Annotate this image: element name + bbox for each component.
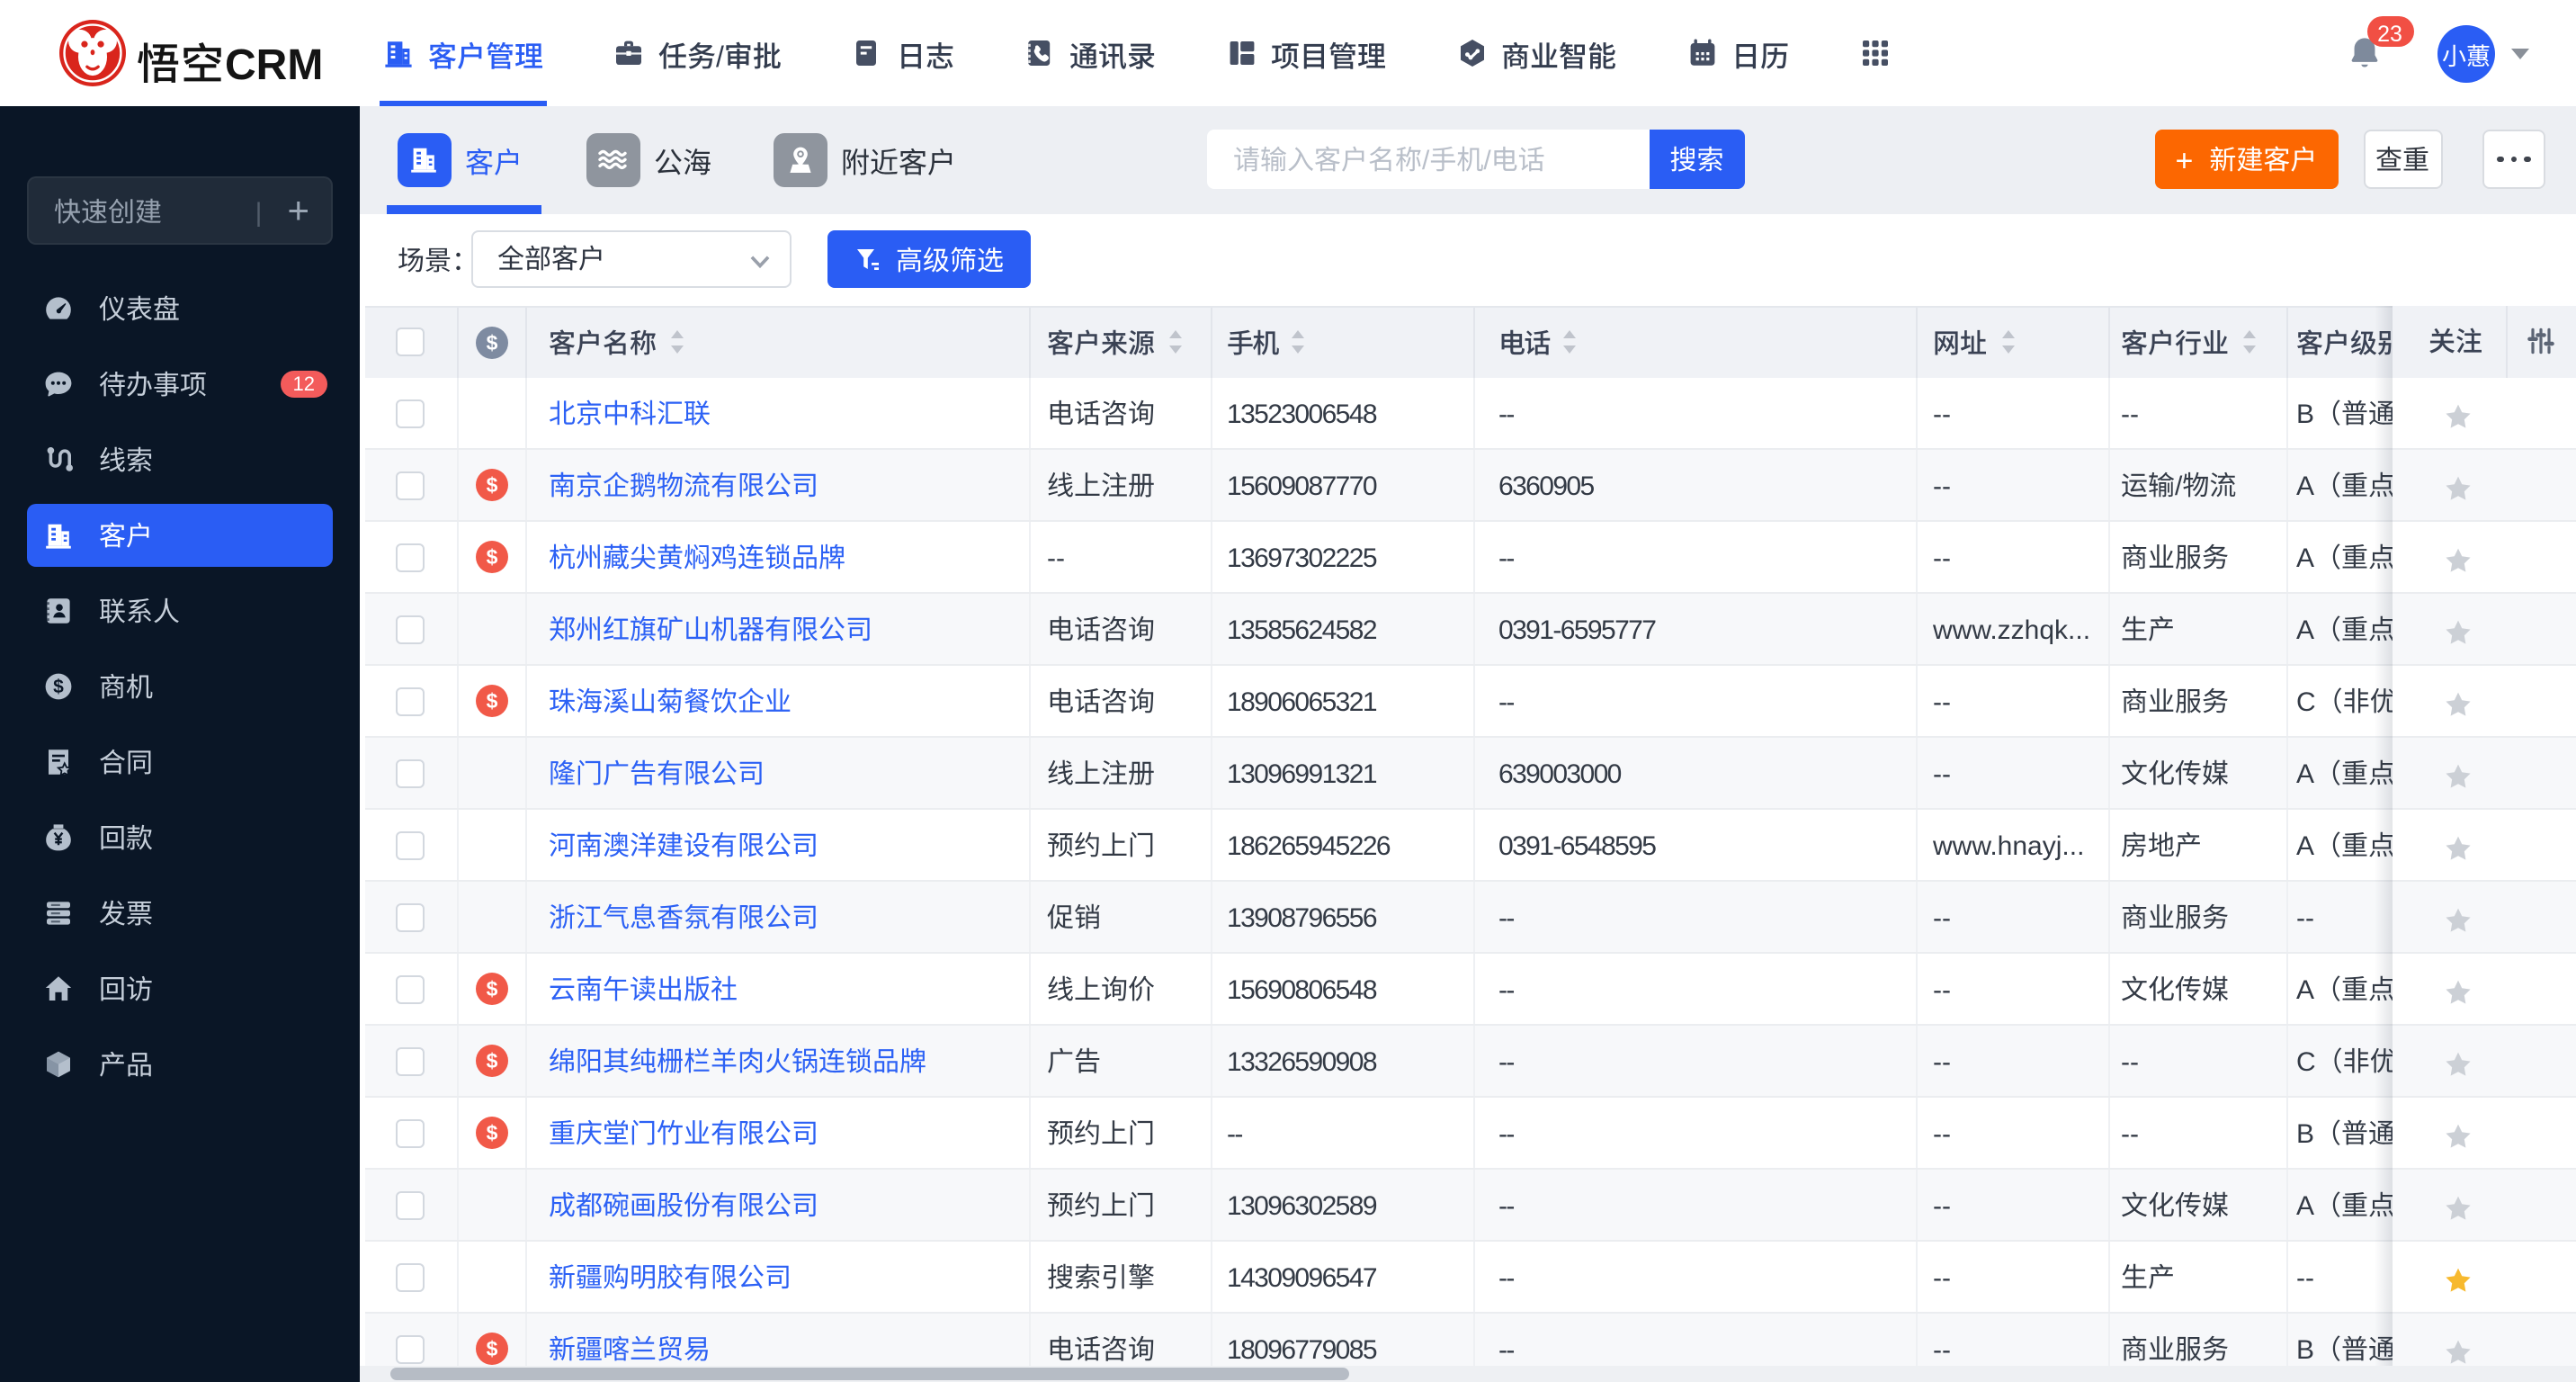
svg-text:$: $ bbox=[487, 1049, 498, 1072]
svg-text:$: $ bbox=[487, 331, 498, 354]
svg-text:$: $ bbox=[487, 1337, 498, 1360]
svg-text:$: $ bbox=[487, 1121, 498, 1144]
svg-text:$: $ bbox=[53, 677, 64, 697]
svg-text:$: $ bbox=[487, 473, 498, 497]
svg-text:$: $ bbox=[487, 977, 498, 1001]
svg-text:$: $ bbox=[487, 689, 498, 713]
svg-text:$: $ bbox=[487, 545, 498, 569]
